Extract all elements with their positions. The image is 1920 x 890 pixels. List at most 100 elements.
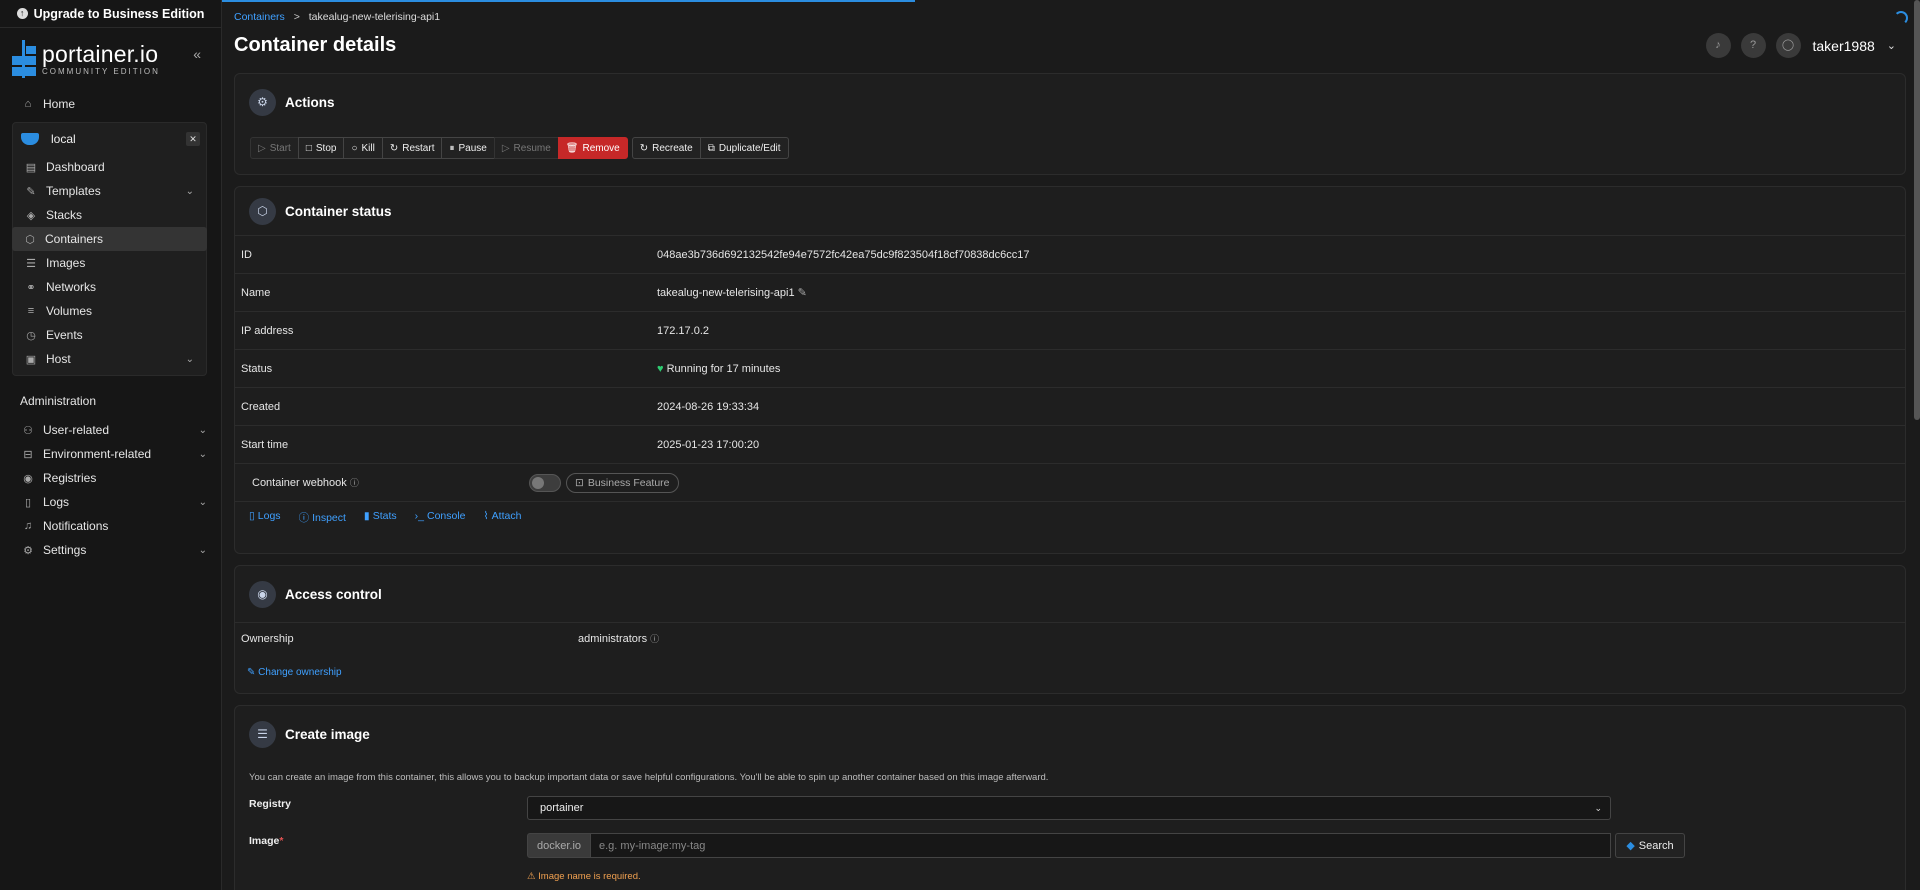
collapse-sidebar-icon[interactable]: « xyxy=(193,46,201,62)
business-feature-badge: ⊡ Business Feature xyxy=(566,472,679,493)
sidebar-item-settings[interactable]: ⚙ Settings ⌄ xyxy=(0,538,221,562)
chevron-down-icon[interactable]: ⌄ xyxy=(186,354,194,365)
chevron-down-icon[interactable]: ⌄ xyxy=(1887,39,1896,52)
change-ownership-link[interactable]: ✎ Change ownership xyxy=(247,667,342,678)
clock-icon: ◷ xyxy=(26,329,36,342)
upgrade-icon: ↑ xyxy=(16,8,28,19)
sidebar-item-dashboard[interactable]: ▤ Dashboard xyxy=(13,155,206,179)
chevron-down-icon[interactable]: ⌄ xyxy=(199,425,207,436)
chevron-down-icon[interactable]: ⌄ xyxy=(199,449,207,460)
user-menu: ♪ ? ◯ taker1988 ⌄ xyxy=(1705,33,1896,58)
sidebar-item-networks[interactable]: ⚭ Networks xyxy=(13,275,206,299)
brand[interactable]: portainer.io COMMUNITY EDITION « xyxy=(0,28,221,90)
help-icon[interactable]: ? xyxy=(1740,33,1766,58)
breadcrumb-containers-link[interactable]: Containers xyxy=(234,11,285,23)
sidebar-item-images[interactable]: ☰ Images xyxy=(13,251,206,275)
stats-link[interactable]: ▮ Stats xyxy=(364,510,397,525)
stop-button[interactable]: □ Stop xyxy=(297,137,345,159)
sidebar-item-logs[interactable]: ▯ Logs ⌄ xyxy=(0,490,221,514)
link-label: Stats xyxy=(372,510,397,522)
username[interactable]: taker1988 xyxy=(1813,38,1875,54)
remove-button[interactable]: 🗑 Remove xyxy=(557,137,628,159)
button-label: Stop xyxy=(315,142,337,154)
play-icon: ▷ xyxy=(501,142,510,154)
container-links-row: ▯ Logs ⓘ Inspect ▮ Stats ›_ Console ⌇ Attach xyxy=(235,501,1905,531)
trash-icon: 🗑 xyxy=(565,142,579,154)
sidebar-item-events[interactable]: ◷ Events xyxy=(13,323,206,347)
avatar[interactable]: ◯ xyxy=(1775,33,1801,58)
sidebar-item-user-related[interactable]: ⚇ User-related ⌄ xyxy=(0,418,221,442)
button-label: Kill xyxy=(361,142,375,154)
inspect-link[interactable]: ⓘ Inspect xyxy=(299,510,346,525)
database-icon: ≡ xyxy=(27,305,35,317)
button-label: Remove xyxy=(582,142,620,154)
chevron-down-icon[interactable]: ⌄ xyxy=(199,545,207,556)
docker-icon xyxy=(21,133,39,145)
sidebar-item-label: Volumes xyxy=(46,304,93,318)
logs-link[interactable]: ▯ Logs xyxy=(249,510,281,525)
create-image-card: ☰ Create image You can create an image f… xyxy=(234,705,1906,890)
create-image-title: Create image xyxy=(285,726,370,742)
access-control-title: Access control xyxy=(285,586,382,602)
edit-icon[interactable]: ✎ xyxy=(798,287,807,299)
status-row-created: Created 2024-08-26 19:33:34 xyxy=(235,387,1905,425)
console-link[interactable]: ›_ Console xyxy=(415,510,466,525)
close-environment-icon[interactable]: ✕ xyxy=(186,132,200,146)
start-button[interactable]: ▷ Start xyxy=(250,137,299,159)
duplicate-edit-button[interactable]: ⧉ Duplicate/Edit xyxy=(699,137,789,159)
recreate-button[interactable]: ↻ Recreate xyxy=(631,137,701,159)
sidebar-item-environment-related[interactable]: ⊟ Environment-related ⌄ xyxy=(0,442,221,466)
bell-icon[interactable]: ♪ xyxy=(1705,33,1731,58)
container-name-value: takealug-new-telerising-api1 ✎ xyxy=(657,286,807,299)
sidebar-item-registries[interactable]: ◉ Registries xyxy=(0,466,221,490)
bomb-icon: ○ xyxy=(351,142,358,154)
sidebar-item-stacks[interactable]: ◈ Stacks xyxy=(13,203,206,227)
sidebar-item-containers[interactable]: ⬡ Containers xyxy=(12,227,207,251)
upgrade-banner[interactable]: ↑ Upgrade to Business Edition xyxy=(0,0,221,28)
sidebar-item-label: Networks xyxy=(46,280,97,294)
pause-button[interactable]: ⏸ Pause xyxy=(441,137,495,159)
environment-header[interactable]: local ✕ xyxy=(13,123,206,155)
stop-icon: □ xyxy=(305,142,312,154)
badge-label: Business Feature xyxy=(587,476,670,489)
sidebar-item-host[interactable]: ▣ Host ⌄ xyxy=(13,347,206,371)
sidebar-item-label: User-related xyxy=(43,423,110,437)
box-icon: ⬡ xyxy=(249,197,276,225)
chevron-down-icon[interactable]: ⌄ xyxy=(186,186,194,197)
image-search-button[interactable]: ◆ Search xyxy=(1615,833,1685,858)
webhook-label: Container webhook ⓘ xyxy=(252,476,359,489)
loading-bar xyxy=(222,0,915,2)
sidebar-item-label: Home xyxy=(43,97,76,111)
kill-button[interactable]: ○ Kill xyxy=(343,137,383,159)
sidebar-item-label: Host xyxy=(46,352,71,366)
attach-link[interactable]: ⌇ Attach xyxy=(484,510,522,525)
image-input-group: docker.io e.g. my-image:my-tag xyxy=(527,833,1611,858)
resume-button[interactable]: ▷ Resume xyxy=(493,137,559,159)
info-icon: ⓘ xyxy=(298,512,310,524)
portainer-logo-icon xyxy=(10,40,38,78)
status-row-start-time: Start time 2025-01-23 17:00:20 xyxy=(235,425,1905,463)
link-label: Console xyxy=(426,510,466,522)
breadcrumb-current: takealug-new-telerising-api1 xyxy=(308,11,441,23)
sidebar-item-home[interactable]: ⌂ Home xyxy=(0,92,221,116)
chevron-down-icon[interactable]: ⌄ xyxy=(199,497,207,508)
link-label: Inspect xyxy=(312,512,346,524)
status-row-id: ID 048ae3b736d692132542fe94e7572fc42ea75… xyxy=(235,235,1905,273)
sidebar-item-volumes[interactable]: ≡ Volumes xyxy=(13,299,206,323)
registry-select[interactable]: portainer ⌄ xyxy=(527,796,1611,820)
main-content: Containers > takealug-new-telerising-api… xyxy=(222,0,1920,890)
sidebar-item-label: Dashboard xyxy=(46,160,105,174)
docker-icon: ◆ xyxy=(1626,840,1635,852)
users-icon: ⚇ xyxy=(23,424,33,437)
webhook-toggle[interactable] xyxy=(529,473,561,492)
sidebar-item-templates[interactable]: ✎ Templates ⌄ xyxy=(13,179,206,203)
button-label: Resume xyxy=(513,142,551,154)
image-prefix: docker.io xyxy=(527,833,591,858)
sidebar-item-notifications[interactable]: ♫ Notifications xyxy=(0,514,221,538)
restart-button[interactable]: ↻ Restart xyxy=(381,137,443,159)
image-input[interactable]: e.g. my-image:my-tag xyxy=(591,833,1611,858)
container-status-card: ⬡ Container status ID 048ae3b736d6921325… xyxy=(234,186,1906,554)
play-icon: ▷ xyxy=(258,142,266,154)
list-icon: ☰ xyxy=(26,257,36,270)
scrollbar[interactable] xyxy=(1914,0,1920,420)
